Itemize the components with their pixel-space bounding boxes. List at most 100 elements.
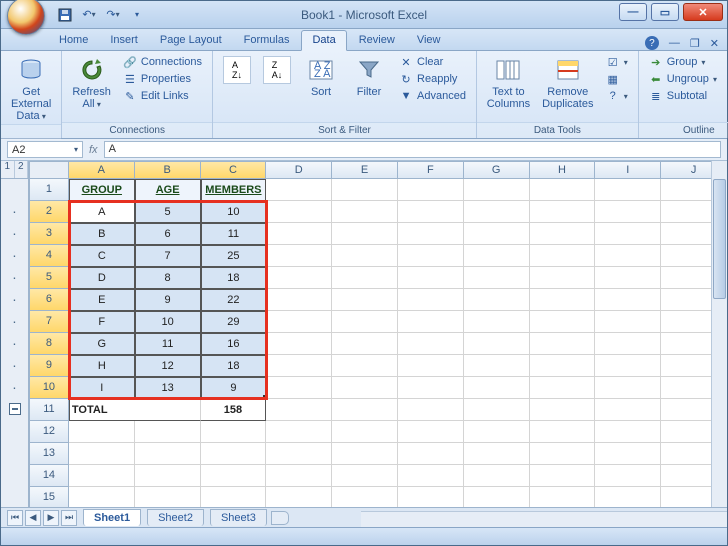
cell[interactable] [595, 289, 661, 311]
cell[interactable] [332, 267, 398, 289]
cell[interactable]: I [69, 377, 135, 399]
cell[interactable]: 9 [135, 289, 201, 311]
cell[interactable] [464, 245, 530, 267]
cell[interactable] [398, 399, 464, 421]
cell[interactable] [530, 333, 596, 355]
cell[interactable]: 29 [201, 311, 267, 333]
cell[interactable] [332, 245, 398, 267]
cell[interactable] [595, 245, 661, 267]
cell[interactable] [530, 245, 596, 267]
cell[interactable] [398, 267, 464, 289]
cell[interactable] [398, 223, 464, 245]
vertical-scrollbar[interactable] [711, 161, 727, 519]
consolidate-button[interactable]: ▦ [602, 71, 632, 87]
sort-za-button[interactable]: ZA↓ [259, 54, 295, 86]
cell[interactable] [398, 443, 464, 465]
cell[interactable] [201, 443, 267, 465]
cell[interactable] [69, 487, 135, 509]
cell[interactable] [398, 465, 464, 487]
cell[interactable]: 6 [135, 223, 201, 245]
tab-data[interactable]: Data [301, 30, 346, 51]
cell[interactable] [135, 399, 201, 421]
cell[interactable] [266, 443, 332, 465]
formula-input[interactable]: A [104, 141, 721, 158]
cell[interactable] [464, 201, 530, 223]
cell[interactable] [595, 421, 661, 443]
clear-button[interactable]: ✕Clear [395, 54, 470, 70]
cell[interactable]: 9 [201, 377, 267, 399]
sheet-tab-1[interactable]: Sheet1 [83, 509, 141, 526]
get-external-data-button[interactable]: Get External Data ▾ [7, 54, 55, 124]
tab-review[interactable]: Review [349, 31, 405, 50]
cell[interactable] [266, 465, 332, 487]
cell[interactable] [464, 465, 530, 487]
outline-collapse-button[interactable] [1, 403, 28, 415]
cell[interactable] [595, 377, 661, 399]
cell[interactable]: 10 [201, 201, 267, 223]
cell[interactable]: 18 [201, 267, 267, 289]
cell[interactable]: 7 [135, 245, 201, 267]
cell[interactable]: AGE [135, 179, 201, 201]
cell[interactable]: MEMBERS [201, 179, 267, 201]
cell[interactable] [332, 399, 398, 421]
cell[interactable] [530, 223, 596, 245]
cell[interactable] [332, 333, 398, 355]
row-header[interactable]: 10 [29, 377, 69, 399]
cell[interactable]: 13 [135, 377, 201, 399]
column-header-A[interactable]: A [69, 161, 135, 179]
cell[interactable] [595, 311, 661, 333]
cell[interactable]: 158 [201, 399, 267, 421]
cell[interactable] [464, 487, 530, 509]
cell[interactable] [332, 311, 398, 333]
cell[interactable] [201, 421, 267, 443]
cell[interactable] [69, 465, 135, 487]
cell[interactable] [530, 465, 596, 487]
cell[interactable] [398, 201, 464, 223]
cell[interactable] [332, 421, 398, 443]
row-header[interactable]: 4 [29, 245, 69, 267]
cell[interactable] [398, 289, 464, 311]
new-sheet-button[interactable] [271, 511, 289, 525]
cell[interactable] [266, 487, 332, 509]
cell[interactable] [530, 399, 596, 421]
sheet-tab-3[interactable]: Sheet3 [210, 509, 267, 526]
cell[interactable] [595, 201, 661, 223]
cell[interactable] [530, 311, 596, 333]
worksheet-grid[interactable]: 1 2 · · · · · · · · · A B C D E F G H I … [1, 161, 727, 519]
cell[interactable] [135, 465, 201, 487]
cell[interactable] [530, 179, 596, 201]
what-if-button[interactable]: ?▾ [602, 88, 632, 104]
column-header-C[interactable]: C [201, 161, 267, 179]
row-header[interactable]: 11 [29, 399, 69, 421]
cell[interactable] [266, 377, 332, 399]
cell[interactable] [266, 311, 332, 333]
cell[interactable]: B [69, 223, 135, 245]
cell[interactable] [135, 487, 201, 509]
cell[interactable]: GROUP [69, 179, 135, 201]
filter-button[interactable]: Filter [347, 54, 391, 100]
cell[interactable] [135, 443, 201, 465]
cell[interactable] [398, 179, 464, 201]
cell[interactable] [595, 443, 661, 465]
cell[interactable] [332, 201, 398, 223]
close-button[interactable]: ✕ [683, 3, 723, 21]
row-header[interactable]: 2 [29, 201, 69, 223]
cell[interactable] [266, 223, 332, 245]
cell[interactable] [595, 267, 661, 289]
advanced-button[interactable]: ▼Advanced [395, 88, 470, 104]
cell[interactable] [201, 487, 267, 509]
cell[interactable] [135, 421, 201, 443]
connections-button[interactable]: 🔗Connections [119, 54, 206, 70]
cell[interactable]: C [69, 245, 135, 267]
cell[interactable] [332, 487, 398, 509]
sheet-nav-first[interactable]: ⏮ [7, 510, 23, 526]
office-button[interactable] [7, 0, 45, 35]
cell[interactable] [266, 201, 332, 223]
cell[interactable] [398, 333, 464, 355]
row-header[interactable]: 7 [29, 311, 69, 333]
cell[interactable] [398, 311, 464, 333]
cell[interactable]: G [69, 333, 135, 355]
cell[interactable] [530, 289, 596, 311]
cell[interactable]: 11 [135, 333, 201, 355]
cell[interactable] [464, 223, 530, 245]
